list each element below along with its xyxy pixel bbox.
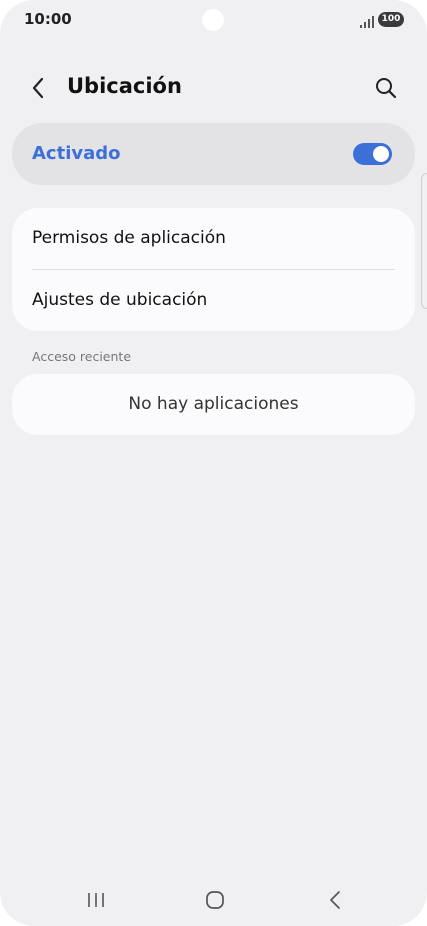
page-title: Ubicación xyxy=(67,74,182,98)
battery-icon: 100 xyxy=(378,12,404,27)
location-settings-label: Ajustes de ubicación xyxy=(32,290,208,310)
search-icon xyxy=(376,78,397,99)
signal-icon xyxy=(360,13,374,32)
home-button[interactable] xyxy=(195,880,235,920)
app-header: Ubicación xyxy=(0,64,427,110)
chevron-left-icon xyxy=(32,77,44,99)
navigation-bar xyxy=(0,880,427,920)
app-permissions-item[interactable]: Permisos de aplicación xyxy=(12,208,415,269)
edge-panel-handle[interactable] xyxy=(421,173,427,309)
status-bar: 10:00 100 xyxy=(0,0,427,40)
recents-icon xyxy=(88,893,104,907)
search-button[interactable] xyxy=(372,74,400,102)
recent-access-empty-text: No hay aplicaciones xyxy=(128,394,299,414)
app-permissions-label: Permisos de aplicación xyxy=(32,228,226,248)
back-button[interactable] xyxy=(24,74,52,102)
recent-access-heading: Acceso reciente xyxy=(32,349,132,364)
toggle-knob xyxy=(373,146,389,162)
nav-back-icon xyxy=(330,891,340,909)
location-master-switch[interactable]: Activado xyxy=(12,123,415,185)
status-time: 10:00 xyxy=(24,10,72,28)
location-toggle[interactable] xyxy=(353,143,392,165)
recents-button[interactable] xyxy=(76,880,116,920)
settings-card: Permisos de aplicación Ajustes de ubicac… xyxy=(12,208,415,331)
front-camera xyxy=(202,9,224,31)
nav-back-button[interactable] xyxy=(315,880,355,920)
phone-screen: 10:00 100 Ubicación Activado Permisos de… xyxy=(0,0,427,926)
master-switch-label: Activado xyxy=(32,143,121,164)
home-icon xyxy=(206,891,224,909)
recent-access-card: No hay aplicaciones xyxy=(12,374,415,435)
location-settings-item[interactable]: Ajustes de ubicación xyxy=(12,270,415,331)
